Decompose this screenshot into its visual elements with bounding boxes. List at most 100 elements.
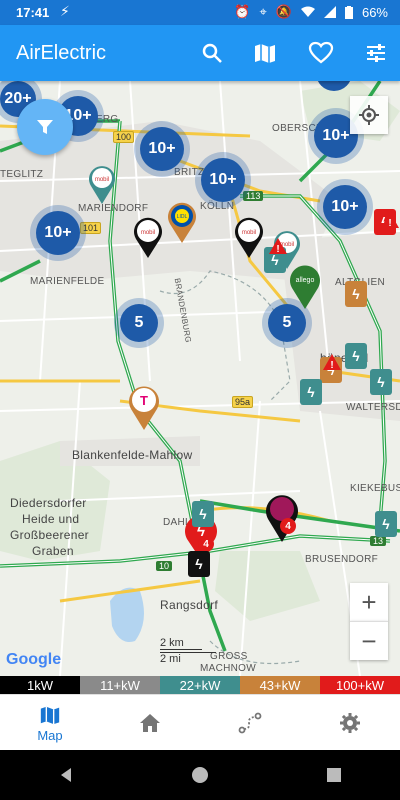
place-label: MARIENFELDE [30,276,105,287]
road-shield: 13 [370,536,387,546]
place-label: BRITZ [174,167,205,178]
nav-route[interactable] [200,695,300,751]
cluster-marker[interactable]: 10+ [36,211,80,255]
home-icon [140,714,160,732]
tune-icon[interactable] [362,39,390,67]
app-title: AirElectric [16,42,107,64]
map-icon[interactable] [251,39,279,67]
station-pin-lidl[interactable]: LIDL [167,201,197,243]
charger-icon[interactable]: ϟ [370,369,392,395]
settings-icon [340,713,360,733]
power-legend: 1kW 11+kW 22+kW 43+kW 100+kW [0,676,400,694]
zoom-out-button[interactable]: − [350,621,388,660]
place-label: MARIENDORF [78,203,149,214]
nav-home[interactable] [100,695,200,751]
station-pin[interactable]: mobil [88,164,116,204]
place-label: Graben [32,544,74,558]
cluster-marker[interactable]: 5 [120,304,158,342]
filter-button[interactable] [17,99,73,155]
pin-badge: 4 [280,518,296,534]
station-pin-allego[interactable]: allego [289,263,321,309]
road-shield: 100 [113,131,135,143]
home-button-icon[interactable] [191,766,209,784]
road-shield: 10 [156,561,173,571]
place-label: Heide und [22,512,80,526]
warning-icon: ! [269,238,287,255]
svg-text:mobil: mobil [95,177,109,183]
station-pin[interactable] [265,492,299,542]
scale-km: 2 km [160,637,202,650]
legend-item: 1kW [0,676,80,694]
place-label: TEGLITZ [0,169,44,180]
signal-icon [323,6,336,18]
svg-text:mobil: mobil [242,230,256,236]
search-icon[interactable] [198,39,226,67]
cluster-marker[interactable]: 5 [268,304,306,342]
cluster-marker[interactable]: 10+ [140,127,184,171]
warning-icon: ! [323,354,341,371]
nav-map-label: Map [37,727,63,743]
charger-icon[interactable]: ϟ [188,551,210,577]
legend-item: 100+kW [320,676,400,694]
svg-text:!: ! [388,218,391,229]
mute-icon: 🔕 [275,4,292,19]
zoom-in-button[interactable]: + [350,583,388,621]
map-scale: 2 km 2 mi [160,637,216,665]
svg-text:!: ! [330,360,333,371]
back-icon[interactable] [58,767,74,783]
svg-text:T: T [140,393,148,408]
pin-badge: 4 [198,536,214,552]
status-time: 17:41 [16,5,50,20]
my-location-icon [359,105,379,125]
svg-text:allego: allego [296,277,315,284]
svg-text:!: ! [276,244,279,255]
station-pin[interactable]: mobil [133,216,163,258]
place-label: KÖLLN [200,201,235,212]
place-label: Rangsdorf [160,598,219,612]
map-icon [40,706,60,724]
svg-text:mobil: mobil [141,230,155,236]
charger-icon[interactable]: ϟ [345,281,367,307]
google-logo: Google [6,651,61,669]
lightning-icon: ⚡ [60,3,70,19]
alarm-icon: ⏰ [234,4,251,19]
road-shield: 101 [80,222,102,234]
place-label: WALTERSDO [346,402,400,413]
cluster-marker[interactable]: 10+ [323,185,367,229]
filter-icon [37,120,53,134]
charger-icon[interactable]: ϟ [192,501,214,527]
attribution-text: Google [6,651,62,668]
recents-icon[interactable] [326,767,342,783]
charger-icon[interactable]: ϟ [345,343,367,369]
battery-icon [344,5,353,19]
wifi-icon [300,6,315,17]
map-view[interactable]: TEGLITZ MARIENDORF MARIENFELDE BRITZ KÖL… [0,81,400,676]
bottom-nav: Map [0,694,400,751]
cluster-marker[interactable]: 10+ [201,158,245,202]
charger-icon[interactable]: ϟ [300,379,322,405]
legend-item: 22+kW [160,676,240,694]
nav-settings[interactable] [300,695,400,751]
route-icon [238,712,262,734]
station-pin-telekom[interactable]: T [128,384,160,430]
place-label: KIEKEBUSC [350,483,400,494]
charger-icon[interactable]: ϟ [375,511,397,537]
battery-percent: 66% [361,4,388,20]
road-shield: 113 [243,191,264,201]
place-label: BRUSENDORF [305,554,379,565]
app-bar: AirElectric [0,25,400,81]
system-nav-bar [0,750,400,800]
place-label: Diedersdorfer [10,496,87,510]
nav-map[interactable]: Map [0,695,100,751]
favorite-icon[interactable] [307,39,335,67]
place-label: Blankenfelde-Mahlow [72,448,193,462]
location-icon: ⌖ [259,4,267,19]
station-pin[interactable]: mobil [234,216,264,258]
status-bar: 17:41 ⚡ ⏰ ⌖ 🔕 66% [0,0,400,25]
my-location-button[interactable] [350,96,388,134]
legend-item: 11+kW [80,676,160,694]
scale-mi: 2 mi [160,652,216,665]
svg-text:LIDL: LIDL [177,214,188,220]
warning-icon: ! [381,212,399,229]
place-label: Großbeerener [10,528,89,542]
